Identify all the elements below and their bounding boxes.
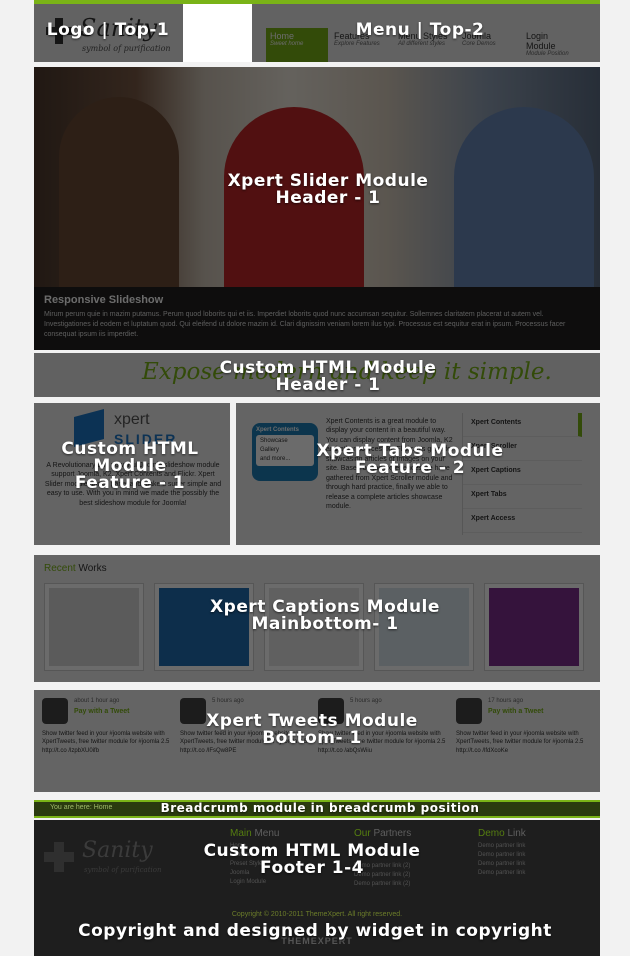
top-1-position: [183, 4, 252, 62]
thumbnail[interactable]: [484, 583, 584, 671]
tab-0[interactable]: Xpert Contents: [463, 413, 582, 437]
menu-item-title: Home: [270, 31, 295, 41]
feature-1-label-line3: Feature - 1: [74, 473, 186, 493]
menu-item-sub: Sweet home: [270, 41, 304, 47]
tweet-time: 5 hours ago: [350, 698, 382, 704]
tweet-avatar-icon: [456, 698, 482, 724]
header-label-left: Logo | Top-1: [46, 20, 170, 40]
logo-tagline: symbol of purification: [82, 44, 171, 53]
col1-accent: Main: [230, 828, 252, 839]
col3-accent: Demo: [478, 828, 505, 839]
copyright-text: Copyright © 2010-2011 ThemeXpert. All ri…: [231, 911, 403, 918]
breadcrumb-home-link[interactable]: Home: [94, 804, 113, 811]
footer-logo-cross-icon: [44, 842, 74, 872]
person-left: [59, 97, 179, 287]
menu-item[interactable]: Home Sweet home: [266, 28, 328, 62]
footer-logo: Sanity symbol of purification: [44, 838, 194, 888]
col1-rest: Menu: [251, 828, 280, 839]
tweets-label-line2: Bottom- 1: [262, 728, 362, 748]
footer-link[interactable]: Demo partner link (2): [354, 880, 464, 889]
footer-link[interactable]: Demo partner link: [478, 860, 588, 869]
tweet: 17 hours ago Pay with a Tweet Show twitter…: [456, 698, 588, 788]
menu-item-sub: All different styles: [398, 41, 446, 47]
tweet-time: about 1 hour ago: [74, 698, 120, 704]
breadcrumb-trail: You are here: Home: [50, 804, 112, 811]
copyright-label: Copyright and designed by widget in copy…: [78, 921, 552, 941]
col3-list: Demo partner link Demo partner link Demo p…: [478, 842, 588, 878]
tweet-author[interactable]: Pay with a Tweet: [74, 708, 130, 715]
footer-label-line2: Footer 1-4: [260, 858, 364, 878]
menu-item[interactable]: Login Module Module Position: [522, 28, 584, 62]
tweet-text: Show twitter feed in your #joomla websit…: [456, 731, 584, 754]
slider-label: Xpert Slider Module Header - 1: [200, 173, 456, 207]
col3-rest: Link: [504, 828, 526, 839]
captions-heading-rest: Works: [75, 563, 107, 574]
feature-2-label-line2: Feature - 2: [354, 458, 466, 478]
caption-title: Responsive Slideshow: [44, 294, 164, 306]
tweet-author[interactable]: Pay with a Tweet: [488, 708, 544, 715]
footer-link[interactable]: Demo partner link: [478, 851, 588, 860]
slider-label-line2: Header - 1: [275, 188, 381, 208]
header-label-right: Menu | Top-2: [355, 20, 485, 40]
slide-caption: Responsive Slideshow Mirum perum quie in…: [34, 287, 600, 350]
footer-col-3: Demo Link Demo partner link Demo partner …: [478, 828, 588, 878]
footer-logo-tagline: symbol of purification: [84, 866, 162, 874]
slider[interactable]: Responsive Slideshow Mirum perum quie in…: [34, 67, 600, 350]
menu-item-title: Login Module: [526, 31, 556, 51]
captions-label-line2: Mainbottom- 1: [251, 614, 399, 634]
footer-link[interactable]: Demo partner link: [478, 842, 588, 851]
tweet: about 1 hour ago Pay with a Tweet Show twi…: [42, 698, 174, 788]
caption-text: Mirum perum quie in mazim putamus. Perum…: [44, 311, 566, 339]
thumbnail[interactable]: [44, 583, 144, 671]
breadcrumb-label: Breadcrumb module in breadcrumb position: [160, 801, 480, 815]
captions-heading: Recent Works: [44, 563, 107, 574]
footer-logo-text: Sanity: [82, 838, 153, 863]
feature-2-label: Xpert Tabs Module Feature - 2: [300, 443, 520, 477]
menu-item-sub: Core Demos: [462, 41, 496, 47]
tweet-avatar-icon: [42, 698, 68, 724]
footer-link[interactable]: Login Module: [230, 878, 340, 887]
col2-accent: Our: [354, 828, 371, 839]
tweet-time: 5 hours ago: [212, 698, 244, 704]
footer-link[interactable]: Demo partner link: [478, 869, 588, 878]
tweets-label: Xpert Tweets Module Bottom- 1: [190, 713, 434, 747]
thumbnail-image: [489, 588, 579, 666]
tab-4[interactable]: Xpert Access: [463, 509, 582, 533]
breadcrumb-here: You are here:: [50, 804, 92, 811]
menu-item-sub: Explore Features: [334, 41, 380, 47]
banner-label-line2: Header - 1: [275, 375, 381, 395]
captions-label: Xpert Captions Module Mainbottom- 1: [180, 599, 470, 633]
slider-logo-text: xpert: [114, 411, 150, 428]
thumbnail-image: [49, 588, 139, 666]
tab-3[interactable]: Xpert Tabs: [463, 485, 582, 509]
person-right: [454, 107, 594, 287]
feature-1-label: Custom HTML Module Feature - 1: [44, 441, 216, 492]
menu-item-sub: Module Position: [526, 51, 569, 57]
page: Sanity symbol of purification Home Sweet …: [0, 0, 630, 956]
col2-rest: Partners: [370, 828, 412, 839]
captions-heading-accent: Recent: [44, 563, 76, 574]
tweet-time: 17 hours ago: [488, 698, 524, 704]
footer-label: Custom HTML Module Footer 1-4: [190, 843, 434, 877]
tweet-text: Show twitter feed in your #joomla websit…: [42, 731, 170, 754]
banner-label: Custom HTML Module Header - 1: [200, 360, 456, 394]
